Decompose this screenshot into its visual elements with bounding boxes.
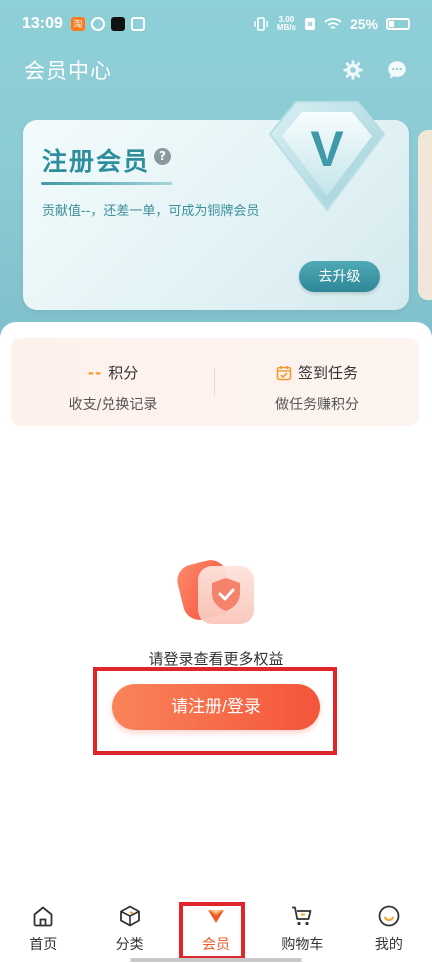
points-column[interactable]: -- 积分 收支/兑换记录 <box>11 338 215 426</box>
next-card-peek[interactable] <box>418 130 432 300</box>
nav-cart-label: 购物车 <box>281 937 324 953</box>
status-right: 3.00 MB/s 25% <box>253 16 410 32</box>
login-hint: 请登录查看更多权益 <box>148 650 284 668</box>
battery-percent: 25% <box>349 16 378 32</box>
nav-home-label: 首页 <box>29 937 58 953</box>
nav-category-label: 分类 <box>115 937 144 953</box>
category-icon <box>119 905 140 927</box>
member-level-title: 注册会员 <box>42 147 151 176</box>
wifi-icon <box>324 18 342 29</box>
battery-icon <box>386 18 410 30</box>
image-notification-icon <box>130 17 145 31</box>
cart-icon <box>292 906 312 926</box>
status-time: 13:09 <box>22 15 63 32</box>
checkin-sub: 做任务赚积分 <box>275 397 359 413</box>
title-underline <box>41 182 172 185</box>
member-tab-highlight-box <box>179 902 245 960</box>
profile-icon <box>378 905 400 927</box>
member-card: 注册会员 ? 贡献值--，还差一单，可成为铜牌会员 V 去升级 <box>23 101 409 310</box>
page-title: 会员中心 <box>24 59 112 83</box>
checkin-label: 签到任务 <box>297 364 358 382</box>
points-record-link: 收支/兑换记录 <box>68 397 158 413</box>
points-label: 积分 <box>108 364 139 382</box>
help-icon[interactable]: ? <box>154 148 171 165</box>
leaf-notification-icon <box>90 17 105 31</box>
checkin-column[interactable]: 签到任务 做任务赚积分 <box>215 338 419 426</box>
points-divider <box>214 368 215 396</box>
points-header: -- 积分 <box>11 362 215 383</box>
checkin-header: 签到任务 <box>215 362 419 383</box>
vibrate-icon <box>254 17 268 31</box>
member-progress-text: 贡献值--，还差一单，可成为铜牌会员 <box>42 204 260 219</box>
tiktok-notification-icon <box>110 17 125 31</box>
status-bar: 13:09 淘 3.00 MB/s 25% <box>0 0 432 48</box>
net-speed: 3.00 MB/s <box>277 16 296 32</box>
message-icon[interactable] <box>386 59 408 81</box>
badge-letter: V <box>310 121 344 177</box>
nav-profile[interactable]: 我的 <box>346 896 432 964</box>
taobao-notification-icon: 淘 <box>70 17 85 31</box>
nav-category[interactable]: 分类 <box>86 896 172 964</box>
header: 会员中心 <box>0 52 432 88</box>
header-actions <box>342 59 408 81</box>
nav-cart[interactable]: 购物车 <box>259 896 345 964</box>
nav-profile-label: 我的 <box>374 937 403 953</box>
home-icon <box>33 906 53 927</box>
login-highlight-box <box>93 667 337 755</box>
gear-icon[interactable] <box>342 59 364 81</box>
home-indicator[interactable] <box>130 958 302 962</box>
shield-check-icon <box>177 560 254 624</box>
nav-home[interactable]: 首页 <box>0 896 86 964</box>
net-speed-unit: MB/s <box>276 23 296 32</box>
sim-off-icon <box>304 18 315 30</box>
upgrade-button[interactable]: 去升级 <box>299 261 380 292</box>
points-value: -- <box>87 363 103 382</box>
points-card: -- 积分 收支/兑换记录 签到任务 做任务赚积分 <box>11 338 419 426</box>
calendar-check-icon <box>276 365 292 380</box>
member-badge-icon: V <box>268 101 386 212</box>
